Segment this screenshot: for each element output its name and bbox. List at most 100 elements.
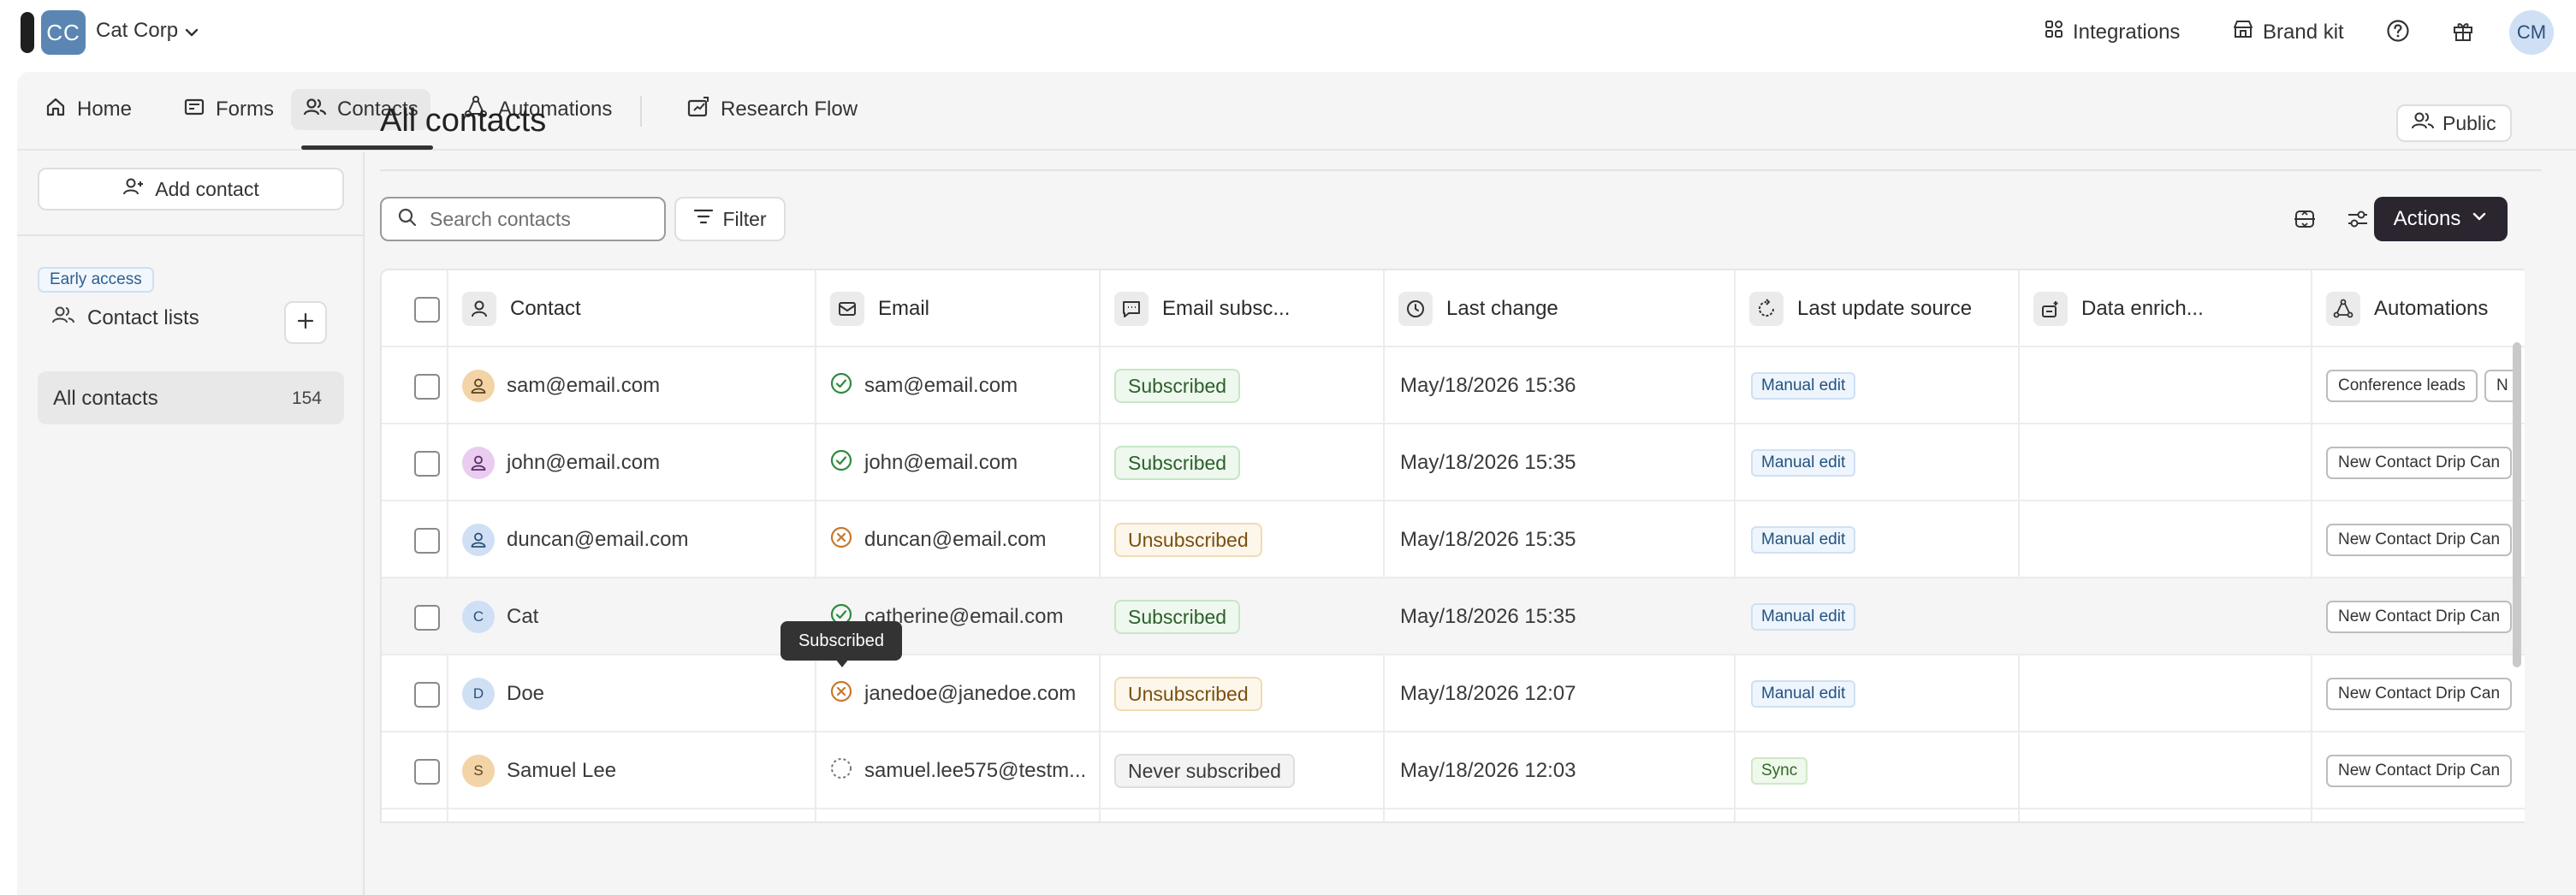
plus-icon <box>296 311 315 335</box>
subscription-cell[interactable]: Subscribed <box>1114 424 1241 501</box>
row-checkbox[interactable] <box>414 374 440 400</box>
sidebar-item-label: All contacts <box>53 387 158 410</box>
automations-cell[interactable]: New Contact Drip Can <box>2326 424 2525 501</box>
update-source-badge: Sync <box>1751 757 1808 785</box>
add-contact-button[interactable]: Add contact <box>38 168 344 210</box>
contact-cell[interactable]: john@email.com <box>462 424 660 501</box>
contact-cell[interactable]: D Doe <box>462 655 544 732</box>
column-header-label: Automations <box>2374 297 2489 320</box>
subscription-cell[interactable]: Unsubscribed <box>1114 655 1262 732</box>
subscription-cell[interactable]: Subscribed <box>1114 578 1241 655</box>
row-checkbox[interactable] <box>414 682 440 708</box>
integrations-label: Integrations <box>2073 20 2181 44</box>
contacts-icon <box>51 305 75 331</box>
last-change-cell: May/18/2026 15:35 <box>1400 501 1576 578</box>
refresh-icon <box>1749 292 1784 326</box>
subscription-status-badge: Subscribed <box>1114 446 1241 480</box>
automations-cell[interactable]: Conference leads N <box>2326 347 2525 424</box>
app-launcher-pill[interactable] <box>21 12 34 53</box>
brand-kit-link[interactable]: Brand kit <box>2232 19 2344 45</box>
integrations-link[interactable]: Integrations <box>2044 19 2180 45</box>
automations-cell[interactable]: New Contact Drip Can <box>2326 578 2525 655</box>
column-header-contact[interactable]: Contact <box>462 270 581 347</box>
contact-name: john@email.com <box>507 451 661 474</box>
sidebar-item-all-contacts[interactable]: All contacts 154 <box>38 371 344 424</box>
automations-cell[interactable]: New Contact Drip Can <box>2326 655 2525 732</box>
filter-button[interactable]: Filter <box>674 197 786 241</box>
automation-tag[interactable]: New Contact Drip Can <box>2326 678 2513 710</box>
chevron-down-icon[interactable] <box>183 24 200 45</box>
subscription-cell[interactable]: Subscribed <box>1114 347 1241 424</box>
update-source-badge: Manual edit <box>1751 449 1856 477</box>
tab-label: Forms <box>216 98 274 121</box>
row-density-icon[interactable] <box>2283 197 2326 241</box>
add-list-button[interactable] <box>284 301 327 344</box>
tab-divider <box>640 96 642 127</box>
email-cell[interactable]: duncan@email.com <box>830 501 1046 578</box>
contact-cell[interactable]: sam@email.com <box>462 347 660 424</box>
row-checkbox[interactable] <box>414 528 440 554</box>
update-source-badge: Manual edit <box>1751 372 1856 400</box>
email-cell[interactable]: sam@email.com <box>830 347 1018 424</box>
table-row[interactable]: duncan@email.com duncan@email.com Unsubs… <box>382 501 2525 578</box>
public-visibility-button[interactable]: Public <box>2396 104 2512 142</box>
clock-icon <box>1398 292 1433 326</box>
subscription-status-badge: Unsubscribed <box>1114 677 1262 711</box>
select-all-checkbox[interactable] <box>414 297 440 323</box>
source-cell: Manual edit <box>1751 578 1856 655</box>
column-header-email-subscription[interactable]: Email subsc... <box>1114 270 1290 347</box>
user-avatar[interactable]: CM <box>2509 10 2554 55</box>
contact-lists-section[interactable]: Contact lists <box>51 305 199 331</box>
last-change-value: May/18/2026 12:03 <box>1400 759 1576 782</box>
column-header-last-change[interactable]: Last change <box>1398 270 1558 347</box>
row-checkbox[interactable] <box>414 451 440 477</box>
column-header-data-enrichment[interactable]: Data enrich... <box>2033 270 2204 347</box>
automation-tag[interactable]: Conference leads <box>2326 370 2478 402</box>
automation-tag[interactable]: New Contact Drip Can <box>2326 524 2513 556</box>
contact-name: duncan@email.com <box>507 528 689 551</box>
org-logo[interactable]: CC <box>41 10 86 55</box>
help-icon[interactable] <box>2386 19 2410 43</box>
subscription-status-badge: Subscribed <box>1114 600 1241 634</box>
table-row[interactable]: john@email.com john@email.com Subscribed… <box>382 424 2525 501</box>
contact-cell[interactable]: duncan@email.com <box>462 501 688 578</box>
actions-button[interactable]: Actions <box>2374 197 2508 241</box>
column-header-last-update-source[interactable]: Last update source <box>1749 270 1972 347</box>
email-cell[interactable]: samuel.lee575@testm... <box>830 732 1086 809</box>
subscribed-check-icon <box>830 449 852 477</box>
column-settings-icon[interactable] <box>2336 197 2379 241</box>
contact-cell[interactable]: C Cat <box>462 578 538 655</box>
tab-forms[interactable]: Forms <box>171 89 286 130</box>
email-cell[interactable]: janedoe@janedoe.com <box>830 655 1076 732</box>
contact-cell[interactable]: S Samuel Lee <box>462 732 616 809</box>
row-checkbox[interactable] <box>414 759 440 785</box>
column-header-label: Email <box>878 297 930 320</box>
table-row[interactable]: S Samuel Lee samuel.lee575@testm... Neve… <box>382 732 2525 809</box>
automations-cell[interactable]: New Contact Drip Can <box>2326 501 2525 578</box>
tab-research-flow[interactable]: Research Flow <box>674 89 870 130</box>
table-row[interactable]: sam@email.com sam@email.com Subscribed M… <box>382 347 2525 424</box>
table-scrollbar[interactable] <box>2513 342 2521 667</box>
column-header-email[interactable]: Email <box>830 270 929 347</box>
automation-tag[interactable]: New Contact Drip Can <box>2326 601 2513 633</box>
row-checkbox[interactable] <box>414 605 440 631</box>
subscription-cell[interactable]: Never subscribed <box>1114 732 1295 809</box>
table-row[interactable]: C Cat catherine@email.com Subscribed May… <box>382 578 2525 655</box>
update-source-badge: Manual edit <box>1751 526 1856 554</box>
email-cell[interactable]: john@email.com <box>830 424 1018 501</box>
search-contacts[interactable] <box>380 197 666 241</box>
search-input[interactable] <box>430 207 644 231</box>
table-row[interactable]: D Doe janedoe@janedoe.com Unsubscribed M… <box>382 655 2525 732</box>
subscription-cell[interactable]: Unsubscribed <box>1114 501 1262 578</box>
gift-icon[interactable] <box>2451 19 2475 43</box>
tab-home[interactable]: Home <box>33 89 144 130</box>
automation-tag[interactable]: New Contact Drip Can <box>2326 755 2513 787</box>
org-name[interactable]: Cat Corp <box>96 19 178 43</box>
column-header-automations[interactable]: Automations <box>2326 270 2488 347</box>
automation-tag[interactable]: New Contact Drip Can <box>2326 447 2513 479</box>
tab-label: Research Flow <box>721 98 858 121</box>
users-icon <box>2412 110 2434 136</box>
email-value: duncan@email.com <box>864 528 1047 551</box>
column-header-label: Contact <box>510 297 581 320</box>
automations-cell[interactable]: New Contact Drip Can <box>2326 732 2525 809</box>
